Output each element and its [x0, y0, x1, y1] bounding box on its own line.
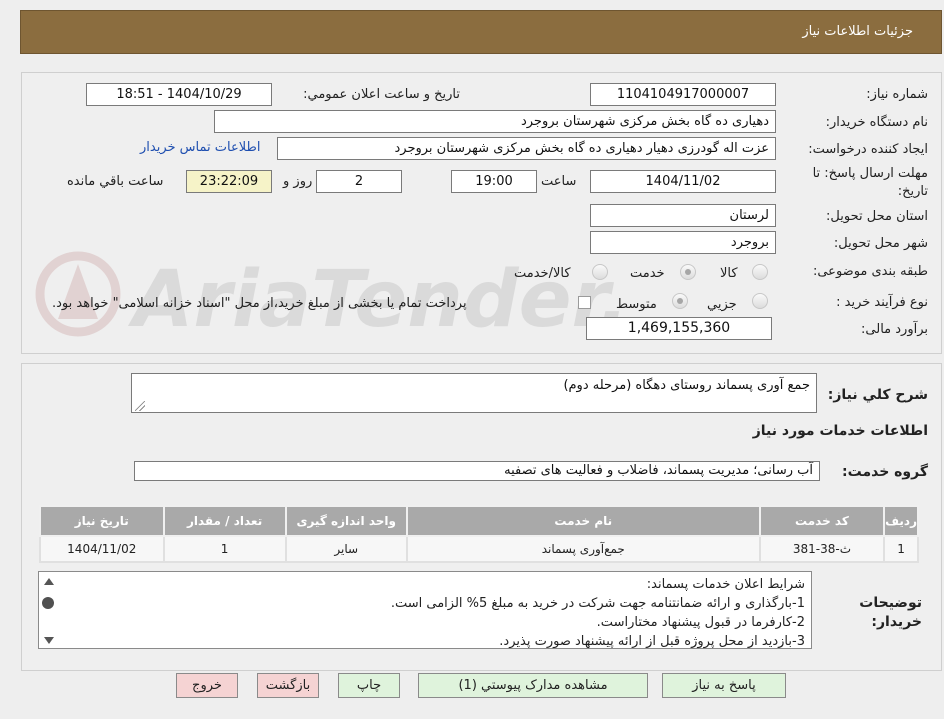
- buyer-notes-box[interactable]: شرايط اعلان خدمات پسماند: 1-بارگذاری و ا…: [38, 571, 812, 649]
- city-field: بروجرد: [590, 231, 776, 254]
- cell-row: 1: [883, 535, 919, 563]
- services-table: ردیف کد خدمت نام خدمت واحد اندازه گیری ت…: [39, 505, 919, 563]
- col-unit: واحد اندازه گیری: [284, 505, 408, 537]
- buyer-org-field: دهياری ده گاه بخش مرکزی شهرستان بروجرد: [214, 110, 776, 133]
- process-label: نوع فرآيند خريد :: [836, 295, 928, 310]
- days-field: 2: [316, 170, 402, 193]
- need-number-label: شماره نیاز:: [866, 87, 928, 102]
- province-field: لرستان: [590, 204, 776, 227]
- category-label: طبقه بندی موضوعی:: [812, 264, 928, 279]
- days-label: روز و: [283, 174, 313, 189]
- service-group-field: آب رسانی؛ مدیریت پسماند، فاضلاب و فعالیت…: [134, 461, 820, 481]
- summary-label: شرح كلي نياز:: [827, 387, 928, 403]
- budget-field: 1,469,155,360: [586, 317, 772, 340]
- city-label: شهر محل تحويل:: [833, 236, 928, 251]
- cell-quantity: 1: [162, 535, 287, 563]
- notes-scrollbar[interactable]: [40, 573, 56, 649]
- category-goods-service-label: کالا/خدمت: [514, 266, 571, 281]
- table-row: 1 ث-38-381 جمع‌آوری پسماند سایر 1 1404/1…: [39, 535, 919, 563]
- remaining-label: ساعت باقي مانده: [67, 174, 164, 189]
- page-header: جزئیات اطلاعات نیاز: [20, 10, 942, 54]
- announce-datetime-label: تاریخ و ساعت اعلان عمومي:: [303, 87, 460, 102]
- treasury-payment-checkbox[interactable]: [578, 296, 591, 309]
- exit-button[interactable]: خروج: [176, 673, 238, 698]
- budget-label: برآورد مالی:: [861, 322, 928, 337]
- need-number-field: 1104104917000007: [590, 83, 776, 106]
- service-group-label: گروه خدمت:: [842, 464, 928, 480]
- buyer-notes-label: توضيحات خريدار:: [859, 595, 922, 630]
- col-need-date: تاریخ نیاز: [39, 505, 165, 537]
- cell-need-date: 1404/11/02: [39, 535, 165, 563]
- services-info-heading: اطلاعات خدمات مورد نياز: [752, 423, 928, 439]
- category-goods-radio[interactable]: [752, 264, 768, 280]
- col-quantity: تعداد / مقدار: [162, 505, 287, 537]
- cell-unit: سایر: [284, 535, 408, 563]
- province-label: استان محل تحويل:: [826, 209, 928, 224]
- note-line: 2-کارفرما در قبول پيشنهاد مختاراست.: [596, 615, 805, 630]
- scroll-up-icon[interactable]: [44, 578, 54, 585]
- page-title: جزئیات اطلاعات نیاز: [802, 24, 913, 39]
- category-service-radio[interactable]: [680, 264, 696, 280]
- col-row: ردیف: [883, 505, 919, 537]
- deadline-label: مهلت ارسال پاسخ: تا تاریخ:: [812, 166, 928, 199]
- buyer-contact-link[interactable]: اطلاعات تماس خریدار: [140, 140, 260, 155]
- category-service-label: خدمت: [630, 266, 665, 281]
- buyer-org-label: نام دستگاه خريدار:: [825, 115, 928, 130]
- scroll-down-icon[interactable]: [44, 637, 54, 644]
- col-service-name: نام خدمت: [405, 505, 761, 537]
- table-header-row: ردیف کد خدمت نام خدمت واحد اندازه گیری ت…: [39, 505, 919, 537]
- process-minor-label: جزيي: [707, 297, 737, 312]
- process-medium-label: متوسط: [616, 297, 657, 312]
- announce-datetime-field: 1404/10/29 - 18:51: [86, 83, 272, 106]
- print-button[interactable]: چاپ: [338, 673, 400, 698]
- note-line: 3-بازديد از محل پروژه قبل از ارائه پيشنه…: [499, 634, 805, 649]
- deadline-time-label: ساعت: [541, 174, 577, 189]
- view-attachments-button[interactable]: مشاهده مدارک پيوستي (1): [418, 673, 648, 698]
- requester-field: عزت اله گودرزی دهيار دهياری ده گاه بخش م…: [277, 137, 776, 160]
- deadline-date-field: 1404/11/02: [590, 170, 776, 193]
- note-line: 1-بارگذاری و ارائه ضمانتنامه جهت شرکت در…: [390, 596, 805, 611]
- scroll-thumb[interactable]: [42, 597, 54, 609]
- buyer-notes-text: شرايط اعلان خدمات پسماند: 1-بارگذاری و ا…: [63, 575, 805, 651]
- cell-service-name: جمع‌آوری پسماند: [405, 535, 761, 563]
- remaining-time-field: 23:22:09: [186, 170, 272, 193]
- treasury-payment-note: پرداخت تمام یا بخشی از مبلغ خرید،از محل …: [52, 296, 467, 311]
- requester-label: ايجاد كننده درخواست:: [808, 142, 928, 157]
- resize-handle-icon[interactable]: [135, 401, 145, 411]
- summary-field[interactable]: جمع آوری پسماند روستای دهگاه (مرحله دوم): [131, 373, 817, 413]
- process-minor-radio[interactable]: [752, 293, 768, 309]
- cell-service-code: ث-38-381: [758, 535, 886, 563]
- summary-text: جمع آوری پسماند روستای دهگاه (مرحله دوم): [563, 378, 810, 393]
- col-service-code: کد خدمت: [758, 505, 886, 537]
- reply-button[interactable]: پاسخ به نياز: [662, 673, 786, 698]
- deadline-time-field: 19:00: [451, 170, 537, 193]
- back-button[interactable]: بازگشت: [257, 673, 319, 698]
- process-medium-radio[interactable]: [672, 293, 688, 309]
- category-goods-label: کالا: [720, 266, 738, 281]
- category-goods-service-radio[interactable]: [592, 264, 608, 280]
- note-line: شرايط اعلان خدمات پسماند:: [646, 577, 805, 592]
